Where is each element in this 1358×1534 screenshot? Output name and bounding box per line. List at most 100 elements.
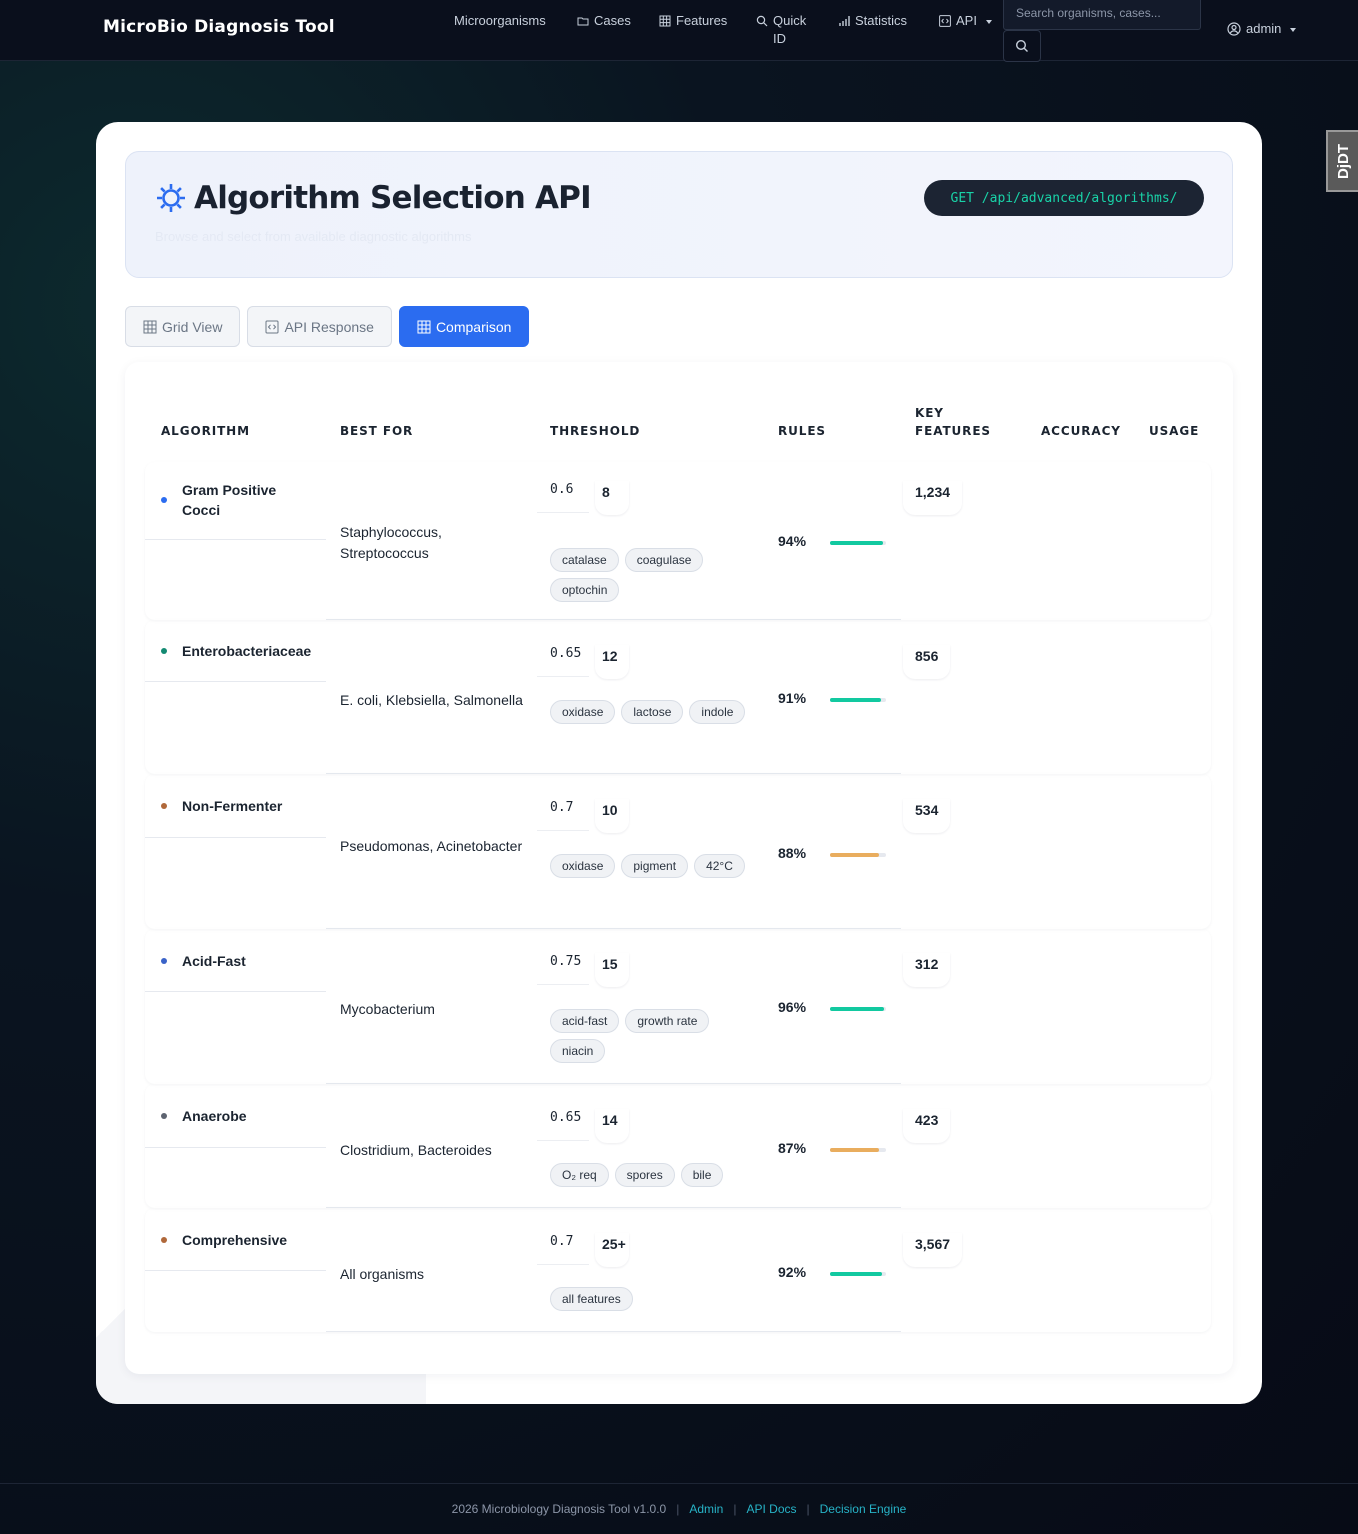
user-circle-icon [1227, 21, 1241, 36]
comparison-table: ALGORITHM BEST FOR THRESHOLD RULES KEY F… [125, 362, 1233, 1374]
chevron-down-icon [985, 20, 992, 24]
accuracy-bar [830, 1007, 886, 1011]
footer-copyright: 2026 Microbiology Diagnosis Tool v1.0.0 [451, 1502, 667, 1516]
tab-comparison[interactable]: Comparison [398, 306, 530, 347]
accuracy-bar [830, 698, 886, 702]
search-icon [1015, 39, 1028, 52]
algorithm-cell[interactable]: Gram Positive Cocci [145, 462, 326, 540]
header-rules: RULES [778, 424, 826, 438]
footer-link-decision-engine[interactable]: Decision Engine [820, 1502, 907, 1516]
code-icon [939, 15, 951, 27]
footer-link-admin[interactable]: Admin [689, 1502, 723, 1516]
feature-tag: coagulase [624, 548, 704, 572]
brand-logo[interactable]: MicroBio Diagnosis Tool [103, 17, 335, 37]
algorithm-cell[interactable]: Anaerobe [145, 1084, 326, 1148]
chevron-down-icon [1290, 27, 1297, 32]
key-features: oxidase lactose indole [550, 700, 750, 724]
rules-count: 25+ [595, 1233, 629, 1267]
bar-chart-icon [839, 16, 850, 26]
usage-count: 3,567 [903, 1233, 962, 1267]
tab-api-response[interactable]: API Response [247, 306, 392, 347]
nav-cases-label: Cases [594, 13, 631, 28]
view-tabs: Grid View API Response Comparison [125, 306, 530, 347]
nav-quick-id-label: Quick ID [773, 13, 807, 46]
nav-quick-id[interactable]: Quick ID [756, 12, 816, 48]
footer-link-api-docs[interactable]: API Docs [746, 1502, 796, 1516]
debug-toolbar-handle[interactable]: DjDT [1326, 130, 1358, 192]
accuracy-value: 92% [778, 1264, 807, 1280]
feature-tag: indole [689, 700, 746, 724]
footer-separator: | [806, 1502, 810, 1516]
feature-tag: spores [614, 1163, 675, 1187]
feature-tag: oxidase [550, 700, 616, 724]
grid-icon [143, 320, 157, 333]
usage-count: 856 [903, 645, 950, 679]
threshold-value: 0.75 [537, 951, 589, 985]
algorithm-name: Comprehensive [182, 1231, 288, 1248]
table-row: Anaerobe Clostridium, Bacteroides 0.65 1… [125, 1084, 1233, 1208]
header-accuracy: ACCURACY [1041, 424, 1121, 438]
threshold-value: 0.7 [537, 797, 589, 831]
user-name: admin [1246, 21, 1282, 36]
nav-microorganisms[interactable]: Microorganisms [454, 12, 546, 30]
algorithm-cell[interactable]: Non-Fermenter [145, 774, 326, 838]
navbar: MicroBio Diagnosis Tool Microorganisms C… [0, 0, 1358, 62]
threshold-value: 0.65 [537, 643, 589, 677]
status-dot [161, 497, 167, 503]
search-input[interactable]: Search organisms, cases... [1003, 0, 1201, 30]
header-key-features: KEY FEATURES [915, 406, 991, 438]
algorithm-cell[interactable]: Acid-Fast [145, 929, 326, 992]
rules-count: 15 [595, 953, 629, 987]
feature-tag: pigment [621, 854, 689, 878]
feature-tag: O₂ req [550, 1163, 609, 1187]
accuracy-bar [830, 1148, 886, 1152]
header-best-for: BEST FOR [340, 424, 414, 438]
accuracy-bar-fill [830, 541, 883, 545]
accuracy-bar [830, 853, 886, 857]
accuracy-bar [830, 1272, 886, 1276]
threshold-value: 0.7 [537, 1231, 589, 1265]
usage-count: 423 [903, 1109, 950, 1143]
threshold-value: 0.65 [537, 1107, 589, 1141]
tab-grid-view[interactable]: Grid View [125, 306, 241, 347]
search-plus-icon [756, 15, 768, 27]
search-button[interactable] [1003, 30, 1041, 62]
usage-count: 312 [903, 953, 950, 987]
best-for-text: Pseudomonas, Acinetobacter [340, 838, 523, 854]
status-dot [161, 803, 167, 809]
accuracy-value: 94% [778, 533, 807, 549]
feature-tag: acid-fast [550, 1009, 620, 1033]
nav-statistics-label: Statistics [855, 13, 908, 28]
nav-statistics[interactable]: Statistics [838, 12, 907, 30]
nav-cases[interactable]: Cases [577, 12, 631, 30]
feature-tag: niacin [550, 1039, 606, 1063]
status-dot [161, 957, 167, 964]
nav-api-dropdown[interactable]: API [939, 12, 992, 30]
feature-tag: catalase [550, 548, 619, 572]
header-algorithm: ALGORITHM [161, 424, 250, 438]
key-features: oxidase pigment 42°C [550, 854, 750, 878]
table-icon [417, 320, 431, 333]
feature-tag: oxidase [550, 854, 616, 878]
feature-tag: bile [680, 1163, 724, 1187]
feature-tag: lactose [621, 700, 684, 724]
key-features: all features [550, 1287, 750, 1311]
footer: 2026 Microbiology Diagnosis Tool v1.0.0 … [0, 1483, 1358, 1534]
status-dot [161, 1113, 167, 1119]
usage-count: 534 [903, 799, 950, 833]
nav-features[interactable]: Features [659, 12, 727, 30]
algorithm-cell[interactable]: Enterobacteriaceae [145, 620, 326, 682]
accuracy-value: 91% [778, 690, 807, 706]
tab-api-response-label: API Response [284, 318, 374, 335]
rules-count: 14 [595, 1109, 629, 1143]
algorithm-cell[interactable]: Comprehensive [145, 1208, 326, 1271]
feature-tag: 42°C [694, 854, 745, 878]
header-threshold: THRESHOLD [550, 424, 641, 438]
feature-tag: optochin [550, 578, 620, 602]
accuracy-bar-fill [830, 1007, 884, 1011]
rules-count: 10 [595, 799, 629, 833]
user-menu[interactable]: admin [1227, 21, 1297, 36]
footer-separator: | [733, 1502, 737, 1516]
table-row: Non-Fermenter Pseudomonas, Acinetobacter… [125, 774, 1233, 929]
nav-microorganisms-label: Microorganisms [454, 13, 546, 28]
